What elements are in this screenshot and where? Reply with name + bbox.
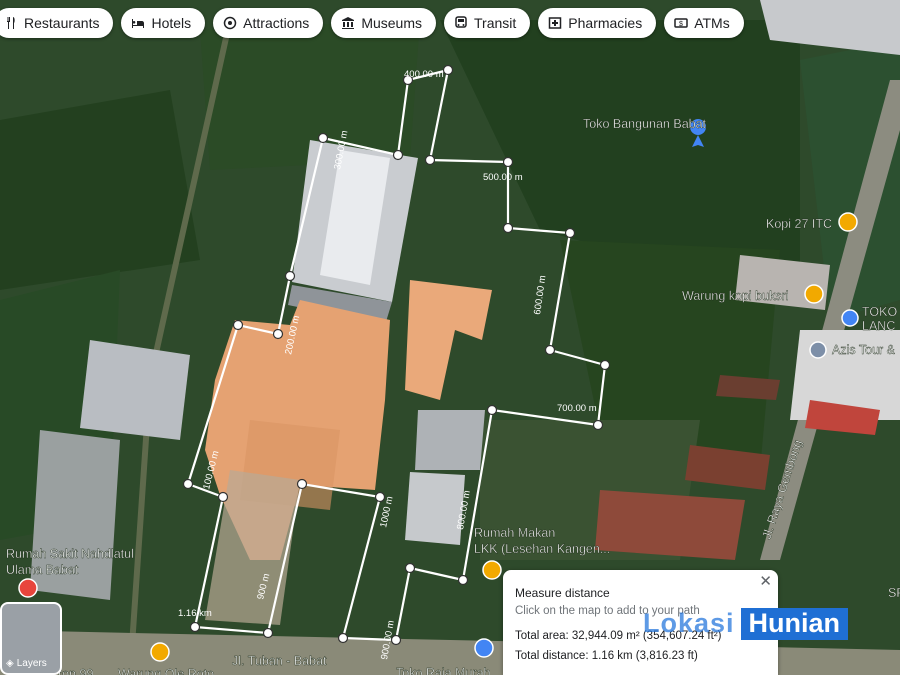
place-label[interactable]: Toko Bangunan Babat [583, 117, 707, 131]
place-label[interactable]: Rumah Makan [474, 526, 556, 540]
chip-label: Attractions [243, 15, 310, 31]
chip-label: Restaurants [24, 15, 100, 31]
chip-label: ATMs [694, 15, 730, 31]
cafe-pin-icon-2[interactable] [804, 284, 824, 304]
bed-icon [132, 19, 145, 28]
measure-point-8[interactable] [592, 419, 604, 431]
layers-label-row: ◈ Layers [6, 658, 47, 669]
measure-point-9[interactable] [486, 404, 498, 416]
measure-point-20[interactable] [232, 319, 244, 331]
place-label[interactable]: Kopi 27 ITC [766, 217, 832, 231]
museum-icon [342, 17, 355, 29]
place-label[interactable]: Ulama Babat [6, 563, 79, 577]
measure-point-18[interactable] [217, 491, 229, 503]
place-label[interactable]: Azis Tour & [832, 343, 896, 357]
atm-icon: $ [674, 18, 688, 28]
measure-label-total: 1.16 km [178, 608, 212, 619]
total-distance: Total distance: 1.16 km (3,816.23 ft) [515, 650, 698, 662]
fork-knife-icon [7, 17, 15, 29]
chip-label: Transit [474, 15, 517, 31]
shop-pin-icon[interactable] [841, 309, 859, 327]
place-label[interactable]: LANC [862, 319, 896, 333]
hospital-pin-icon[interactable] [18, 578, 38, 598]
layers-button[interactable]: ◈ Layers [0, 602, 62, 675]
measure-point-24[interactable] [392, 149, 404, 161]
cafe-pin-icon[interactable] [838, 212, 858, 232]
measure-point-2[interactable] [424, 154, 436, 166]
pharmacy-icon [549, 17, 562, 29]
close-icon[interactable]: ✕ [759, 572, 772, 590]
watermark-logo: Lokasi Hunian [637, 608, 849, 640]
place-label[interactable]: SR [888, 586, 900, 600]
measure-point-22[interactable] [284, 270, 296, 282]
measure-point-16[interactable] [262, 627, 274, 639]
place-label[interactable]: Rumah Sakit Nahdlatul [6, 547, 134, 561]
category-chips: Restaurants Hotels Attractions Museums T… [0, 8, 744, 38]
chip-restaurants[interactable]: Restaurants [0, 8, 114, 38]
layers-icon: ◈ [6, 658, 14, 669]
chip-hotels[interactable]: Hotels [121, 8, 206, 38]
place-label[interactable]: Warung Ole Roto [118, 667, 215, 675]
layers-label: Layers [16, 658, 47, 669]
measure-point-4[interactable] [502, 222, 514, 234]
place-label[interactable]: TOKO [862, 305, 898, 319]
measure-title: Measure distance [515, 586, 610, 600]
restaurant-pin-icon[interactable] [482, 560, 502, 580]
measure-point-5[interactable] [564, 227, 576, 239]
measure-label-700: 700.00 m [557, 403, 597, 414]
place-label[interactable]: Toko Raja Murah [396, 666, 491, 675]
measure-point-10[interactable] [457, 574, 469, 586]
measure-point-11[interactable] [404, 562, 416, 574]
measure-point-19[interactable] [182, 478, 194, 490]
chip-transit[interactable]: Transit [444, 8, 531, 38]
measure-point-21[interactable] [272, 328, 284, 340]
measure-point-7[interactable] [599, 359, 611, 371]
chip-label: Hotels [151, 15, 192, 31]
chip-pharmacies[interactable]: Pharmacies [538, 8, 657, 38]
chip-attractions[interactable]: Attractions [213, 8, 324, 38]
measure-point-6[interactable] [544, 344, 556, 356]
camera-icon [223, 16, 237, 30]
place-label[interactable]: Warung kopi buksri [682, 289, 789, 303]
chip-museums[interactable]: Museums [331, 8, 436, 38]
store-pin-icon-2[interactable] [474, 638, 494, 658]
measure-point-17[interactable] [189, 621, 201, 633]
place-label[interactable]: LKK (Lesehan Kangen... [474, 542, 611, 556]
measure-point-23[interactable] [317, 132, 329, 144]
measure-point-15[interactable] [296, 478, 308, 490]
watermark-part1: Lokasi [643, 608, 735, 638]
food-pin-icon[interactable] [150, 642, 170, 662]
measure-label-400: 400.00 m [404, 69, 444, 80]
measure-point-1[interactable] [442, 64, 454, 76]
measure-label-500: 500.00 m [483, 172, 523, 183]
road-label: ron 99 [58, 667, 93, 675]
travel-pin-icon[interactable] [809, 341, 827, 359]
bus-icon [455, 16, 467, 28]
svg-text:$: $ [679, 21, 683, 28]
chip-atms[interactable]: $ ATMs [664, 8, 744, 38]
measure-point-3[interactable] [502, 156, 514, 168]
chip-label: Museums [361, 15, 422, 31]
watermark-part2: Hunian [740, 608, 849, 640]
chip-label: Pharmacies [568, 15, 643, 31]
road-label: Jl. Tuban - Babat [232, 654, 327, 668]
measure-point-13[interactable] [337, 632, 349, 644]
